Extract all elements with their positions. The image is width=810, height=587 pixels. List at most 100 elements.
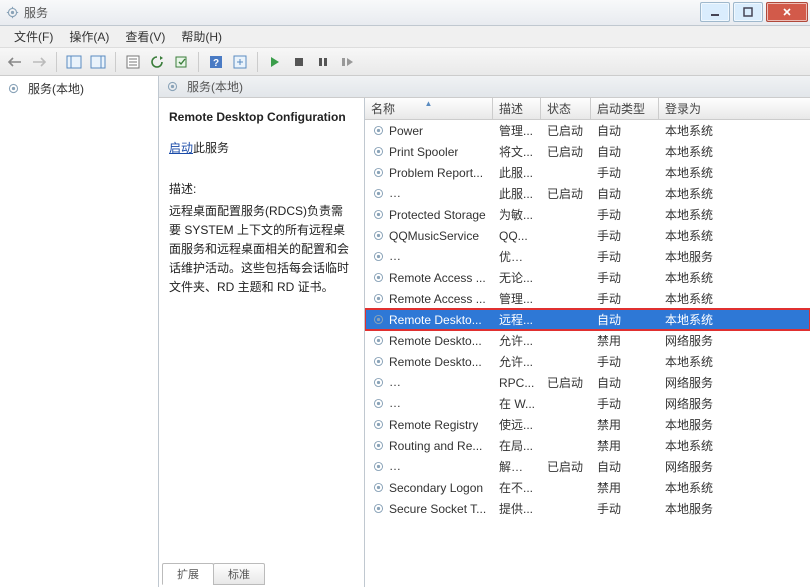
cell-name: Print Spooler <box>389 145 458 159</box>
close-button[interactable] <box>766 2 808 22</box>
cell-desc: 在不... <box>493 479 541 496</box>
cell-startup: 自动 <box>591 143 659 160</box>
cell-name: Remote Deskto... <box>389 313 482 327</box>
cell-startup: 手动 <box>591 290 659 307</box>
menu-action[interactable]: 操作(A) <box>61 26 117 47</box>
col-desc[interactable]: 描述 <box>493 98 541 119</box>
menubar: 文件(F) 操作(A) 查看(V) 帮助(H) <box>0 26 810 48</box>
cell-startup: 禁用 <box>591 437 659 454</box>
menu-help[interactable]: 帮助(H) <box>173 26 230 47</box>
window-title: 服务 <box>24 4 48 21</box>
service-icon <box>371 208 385 222</box>
pane-header: 服务(本地) <box>159 76 810 98</box>
start-service-button[interactable] <box>264 51 286 73</box>
cell-name: Program Compa... <box>389 187 487 201</box>
menu-view[interactable]: 查看(V) <box>117 26 173 47</box>
cell-desc: 使远... <box>493 416 541 433</box>
cell-logon: 本地系统 <box>659 290 810 307</box>
list-row[interactable]: Problem Report...此服...手动本地系统 <box>365 162 810 183</box>
list-row[interactable]: Quality Windows...优质 ...手动本地服务 <box>365 246 810 267</box>
forward-button[interactable] <box>28 51 50 73</box>
sort-asc-icon: ▲ <box>425 99 433 108</box>
desc-label: 描述: <box>169 180 352 199</box>
cell-desc: 无论... <box>493 269 541 286</box>
list-row[interactable]: Remote Deskto...允许...禁用网络服务 <box>365 330 810 351</box>
list-row[interactable]: Program Compa...此服...已启动自动本地系统 <box>365 183 810 204</box>
cell-startup: 自动 <box>591 185 659 202</box>
detail-pane: Remote Desktop Configuration 启动此服务 描述: 远… <box>159 98 364 587</box>
cell-startup: 手动 <box>591 395 659 412</box>
menu-file[interactable]: 文件(F) <box>6 26 61 47</box>
list-row[interactable]: Remote Deskto...允许...手动本地系统 <box>365 351 810 372</box>
cell-desc: 提供... <box>493 500 541 517</box>
cell-startup: 手动 <box>591 248 659 265</box>
cell-status: 已启动 <box>541 122 591 139</box>
stop-service-button[interactable] <box>288 51 310 73</box>
list-header: 名称▲ 描述 状态 启动类型 登录为 <box>365 98 810 120</box>
cell-startup: 禁用 <box>591 416 659 433</box>
cell-name: Remote Procedu... <box>389 376 489 390</box>
cell-name: Remote Access ... <box>389 292 486 306</box>
col-name[interactable]: 名称▲ <box>365 98 493 119</box>
list-row[interactable]: Routing and Re...在局...禁用本地系统 <box>365 435 810 456</box>
cell-logon: 本地系统 <box>659 122 810 139</box>
cell-logon: 本地系统 <box>659 311 810 328</box>
help-button[interactable]: ? <box>205 51 227 73</box>
list-row[interactable]: Remote Access ... 管理... 手动本地系统 <box>365 288 810 309</box>
properties-button[interactable] <box>122 51 144 73</box>
list-row[interactable]: Secure Socket T...提供...手动本地服务 <box>365 498 810 519</box>
list-row[interactable]: Remote Deskto...远程...自动本地系统 <box>365 309 810 330</box>
cell-name: Remote Registry <box>389 418 478 432</box>
tab-extended[interactable]: 扩展 <box>162 563 214 585</box>
cell-desc: 管理... <box>493 290 541 307</box>
cell-desc: 管理... <box>493 122 541 139</box>
start-service-link[interactable]: 启动 <box>169 141 193 155</box>
col-status[interactable]: 状态 <box>541 98 591 119</box>
tab-standard[interactable]: 标准 <box>213 563 265 585</box>
cell-logon: 网络服务 <box>659 458 810 475</box>
minimize-button[interactable] <box>700 2 730 22</box>
back-button[interactable] <box>4 51 26 73</box>
list-row[interactable]: Secondary Logon在不...禁用本地系统 <box>365 477 810 498</box>
cell-name: Protected Storage <box>389 208 486 222</box>
list-row[interactable]: Power管理...已启动自动本地系统 <box>365 120 810 141</box>
cell-desc: 在 W... <box>493 395 541 412</box>
cell-desc: 允许... <box>493 353 541 370</box>
service-icon <box>371 292 385 306</box>
tree-root-item[interactable]: 服务(本地) <box>0 76 158 101</box>
cell-desc: QQ... <box>493 229 541 243</box>
cell-name: Secure Socket T... <box>389 502 486 516</box>
toolbar: ? <box>0 48 810 76</box>
show-hide-tree-button[interactable] <box>63 51 85 73</box>
list-body[interactable]: Power管理...已启动自动本地系统 Print Spooler 将文...已启动… <box>365 120 810 587</box>
maximize-button[interactable] <box>733 2 763 22</box>
list-pane: 名称▲ 描述 状态 启动类型 登录为 Power管理...已启动自动本地系统 Pr… <box>364 98 810 587</box>
list-row[interactable]: Remote Procedu...RPC...已启动自动网络服务 <box>365 372 810 393</box>
cell-name: Remote Deskto... <box>389 355 482 369</box>
list-row[interactable]: RPC Endpoint M...解析 ...已启动自动网络服务 <box>365 456 810 477</box>
export-list-button[interactable] <box>87 51 109 73</box>
service-icon <box>371 250 385 264</box>
cell-startup: 自动 <box>591 122 659 139</box>
refresh-button[interactable] <box>146 51 168 73</box>
col-startup[interactable]: 启动类型 <box>591 98 659 119</box>
list-row[interactable]: Remote Registry使远...禁用本地服务 <box>365 414 810 435</box>
cell-desc: RPC... <box>493 376 541 390</box>
service-icon <box>371 187 385 201</box>
pause-service-button[interactable] <box>312 51 334 73</box>
col-logon[interactable]: 登录为 <box>659 98 810 119</box>
list-row[interactable]: Print Spooler将文...已启动自动本地系统 <box>365 141 810 162</box>
list-row[interactable]: Protected Storage为敏...手动本地系统 <box>365 204 810 225</box>
list-row[interactable]: Remote Procedu...在 W...手动网络服务 <box>365 393 810 414</box>
help-topics-button[interactable] <box>229 51 251 73</box>
restart-service-button[interactable] <box>336 51 358 73</box>
cell-desc: 将文... <box>493 143 541 160</box>
export-button[interactable] <box>170 51 192 73</box>
service-icon <box>371 166 385 180</box>
services-icon <box>165 80 179 94</box>
cell-name: Routing and Re... <box>389 439 482 453</box>
list-row[interactable]: QQMusicServiceQQ...手动本地系统 <box>365 225 810 246</box>
list-row[interactable]: Remote Access ...无论...手动本地系统 <box>365 267 810 288</box>
cell-logon: 本地系统 <box>659 143 810 160</box>
cell-desc: 优质 ... <box>493 248 541 265</box>
